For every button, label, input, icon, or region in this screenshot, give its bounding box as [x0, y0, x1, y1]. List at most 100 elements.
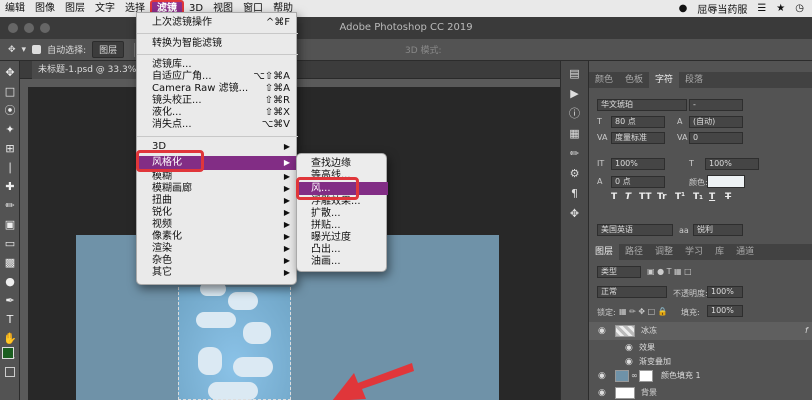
move-tool-icon[interactable]: ✥ — [8, 45, 16, 55]
qq-icon[interactable]: ● — [679, 3, 688, 14]
menu-item-blur[interactable]: 模糊 ▶ — [137, 171, 298, 183]
font-size-field[interactable]: 80 点 — [611, 116, 665, 128]
menu-item-camera-raw[interactable]: Camera Raw 滤镜... ⇧⌘A — [137, 83, 298, 95]
brush-settings-icon[interactable]: ✏ — [567, 147, 583, 161]
tab-learn[interactable]: 学习 — [679, 244, 709, 260]
zoom-window-icon[interactable] — [40, 23, 50, 33]
paragraph-style-icon[interactable]: ¶ — [567, 187, 583, 201]
all-caps-button[interactable]: TT — [639, 192, 652, 202]
underline-button[interactable]: T — [709, 192, 715, 202]
vertical-scale-field[interactable]: 100% — [611, 158, 665, 170]
tab-character[interactable]: 字符 — [649, 72, 680, 88]
menu-item-video[interactable]: 视频 ▶ — [137, 219, 298, 231]
submenu-item-tiles[interactable]: 拼贴... — [297, 220, 388, 232]
healing-brush-icon[interactable]: ✚ — [3, 180, 17, 194]
tab-swatches[interactable]: 色板 — [619, 72, 649, 88]
submenu-item-extrude[interactable]: 凸出... — [297, 244, 388, 256]
brush-tool-icon[interactable]: ✏ — [3, 199, 17, 213]
move-tool-icon[interactable]: ✥ — [3, 66, 17, 80]
strikethrough-button[interactable]: T — [725, 192, 731, 202]
layer-row[interactable]: ◉ 冰冻 f — [589, 322, 812, 340]
play-action-icon[interactable]: ▶ — [567, 87, 583, 101]
wifi-icon[interactable]: ☰ — [757, 3, 766, 14]
menu-item-pixelate[interactable]: 像素化 ▶ — [137, 231, 298, 243]
close-window-icon[interactable] — [8, 23, 18, 33]
eraser-icon[interactable]: ▭ — [3, 237, 17, 251]
menu-type[interactable]: 文字 — [90, 0, 120, 17]
language-select[interactable]: 美国英语 — [597, 224, 673, 236]
visibility-eye-icon[interactable]: ◉ — [598, 367, 606, 385]
tool-presets-icon[interactable]: ✥ — [567, 207, 583, 221]
stamp-tool-icon[interactable]: ▣ — [3, 218, 17, 232]
tab-paragraph[interactable]: 段落 — [679, 72, 709, 88]
menu-item-render[interactable]: 渲染 ▶ — [137, 243, 298, 255]
menu-layer[interactable]: 图层 — [60, 0, 90, 17]
submenu-item-find-edges[interactable]: 查找边缘 — [297, 158, 388, 170]
tab-adjustments[interactable]: 调整 — [649, 244, 679, 260]
hand-tool-icon[interactable]: ✋ — [3, 332, 17, 346]
menu-item-lens-correction[interactable]: 镜头校正... ⇧⌘R — [137, 95, 298, 107]
opacity-field[interactable]: 100% — [707, 286, 743, 298]
tab-libraries[interactable]: 库 — [709, 244, 730, 260]
menu-item-adaptive-wide-angle[interactable]: 自适应广角... ⌥⇧⌘A — [137, 71, 298, 83]
menu-item-filter-gallery[interactable]: 滤镜库... — [137, 59, 298, 71]
fill-field[interactable]: 100% — [707, 305, 743, 317]
auto-select-target[interactable]: 图层 — [92, 41, 125, 58]
auto-select-checkbox[interactable] — [32, 45, 42, 54]
bluetooth-icon[interactable]: ★ — [776, 3, 785, 14]
marquee-tool-icon[interactable]: □ — [3, 85, 17, 99]
menu-item-vanishing-point[interactable]: 消失点... ⌥⌘V — [137, 119, 298, 131]
lasso-tool-icon[interactable]: ⦿ — [3, 104, 17, 118]
gradient-tool-icon[interactable]: ▩ — [3, 256, 17, 270]
small-caps-button[interactable]: Tr — [657, 192, 667, 202]
layer-filter-icons[interactable]: ▣ ● T ▦ □ — [647, 267, 692, 276]
magic-wand-icon[interactable]: ✦ — [3, 123, 17, 137]
tracking-field[interactable]: 0 — [689, 132, 743, 144]
menu-edit[interactable]: 编辑 — [0, 0, 30, 17]
kerning-field[interactable]: 度量标准 — [611, 132, 665, 144]
antialias-select[interactable]: 锐利 — [693, 224, 743, 236]
fx-icon[interactable]: f — [805, 322, 808, 340]
superscript-button[interactable]: T¹ — [675, 192, 685, 202]
minimize-window-icon[interactable] — [24, 23, 34, 33]
menu-item-blur-gallery[interactable]: 模糊画廊 ▶ — [137, 183, 298, 195]
type-tool-icon[interactable]: T — [3, 313, 17, 327]
leading-field[interactable]: (自动) — [689, 116, 743, 128]
text-color-swatch[interactable] — [707, 175, 745, 188]
info-icon[interactable]: ⓘ — [567, 107, 583, 121]
visibility-eye-icon[interactable]: ◉ — [598, 384, 606, 400]
adjustments-icon[interactable]: ⚙ — [567, 167, 583, 181]
quick-mask-icon[interactable] — [5, 367, 15, 377]
tab-paths[interactable]: 路径 — [619, 244, 649, 260]
menu-item-sharpen[interactable]: 锐化 ▶ — [137, 207, 298, 219]
eyedropper-icon[interactable]: ∣ — [3, 161, 17, 175]
tab-color[interactable]: 颜色 — [589, 72, 619, 88]
visibility-eye-icon[interactable]: ◉ — [598, 322, 606, 340]
baseline-shift-field[interactable]: 0 点 — [611, 176, 665, 188]
menu-item-other[interactable]: 其它 ▶ — [137, 267, 298, 279]
submenu-item-diffuse[interactable]: 扩散... — [297, 208, 388, 220]
crop-tool-icon[interactable]: ⊞ — [3, 142, 17, 156]
submenu-item-solarize[interactable]: 曝光过度 — [297, 232, 388, 244]
layer-row[interactable]: ◉ 背景 — [589, 384, 812, 400]
foreground-color-swatch[interactable] — [2, 347, 14, 359]
tab-channels[interactable]: 通道 — [730, 244, 760, 260]
submenu-item-oil-paint[interactable]: 油画... — [297, 256, 388, 268]
menu-item-distort[interactable]: 扭曲 ▶ — [137, 195, 298, 207]
pen-tool-icon[interactable]: ✒ — [3, 294, 17, 308]
subscript-button[interactable]: T₁ — [693, 192, 703, 202]
menu-item-liquify[interactable]: 液化... ⇧⌘X — [137, 107, 298, 119]
faux-bold-button[interactable]: T — [611, 192, 617, 202]
menu-item-convert-smart-filter[interactable]: 转换为智能滤镜 — [137, 38, 298, 50]
clock-icon[interactable]: ◷ — [795, 3, 804, 14]
history-icon[interactable]: ▤ — [567, 67, 583, 81]
layer-row[interactable]: ◉ ∞ 颜色填充 1 — [589, 367, 812, 385]
font-style-select[interactable]: - — [689, 99, 743, 111]
menu-item-last-filter[interactable]: 上次滤镜操作 ^⌘F — [137, 17, 298, 29]
faux-italic-button[interactable]: T — [625, 192, 631, 202]
blend-mode-select[interactable]: 正常 — [597, 286, 667, 298]
layer-filter-kind-select[interactable]: 类型 — [597, 266, 641, 278]
dodge-tool-icon[interactable]: ● — [3, 275, 17, 289]
tool-preset-chevron-icon[interactable]: ▾ — [22, 45, 27, 55]
tab-layers[interactable]: 图层 — [589, 244, 620, 260]
